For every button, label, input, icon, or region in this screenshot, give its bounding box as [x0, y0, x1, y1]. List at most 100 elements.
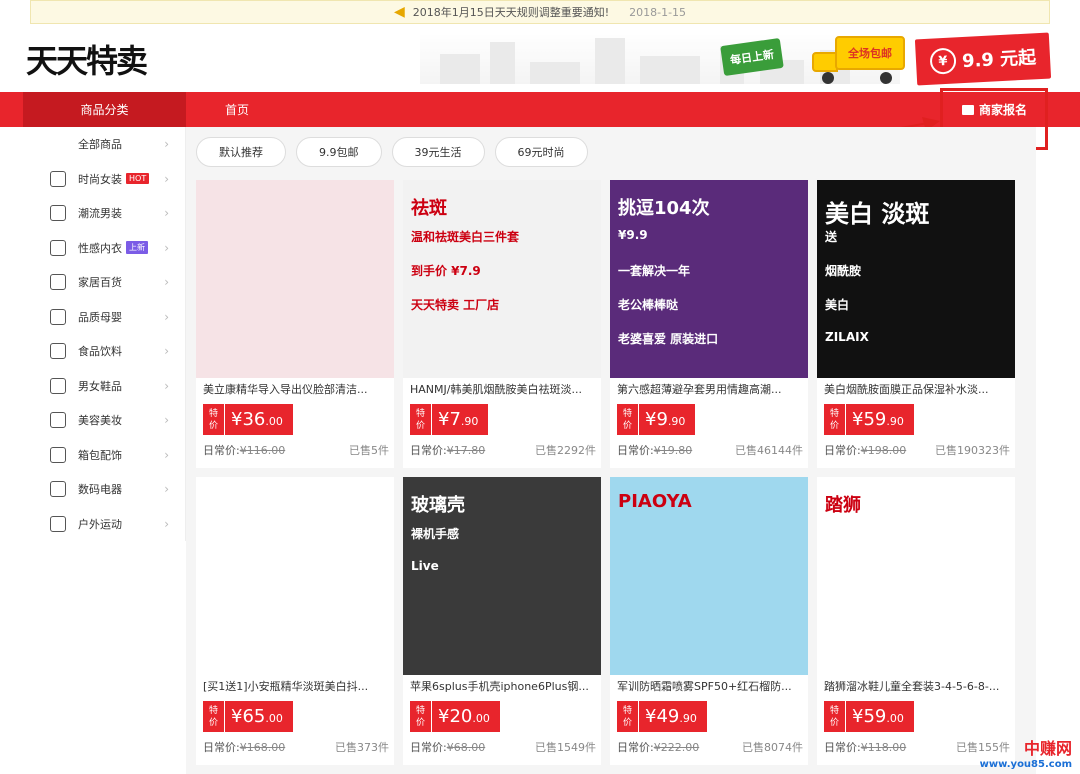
outdoor-icon — [50, 515, 66, 532]
te-char: 特 — [415, 408, 425, 419]
sold-count: 已售190323件 — [935, 442, 1010, 458]
price-int: ¥36 — [231, 409, 266, 430]
sold-count: 已售5件 — [349, 442, 389, 458]
nav-home-link[interactable]: 首页 — [225, 92, 249, 127]
price-from-badge[interactable]: ¥ 9.9 元起 — [914, 32, 1052, 86]
product-image[interactable]: 玻璃壳 裸机手感 Live — [403, 477, 601, 675]
sidebar-item[interactable]: 美容美妆 › — [23, 403, 185, 438]
sold-suffix: 件 — [378, 444, 389, 457]
product-title[interactable]: [买1送1]小安瓶精华淡斑美白抖... — [203, 678, 389, 694]
sidebar-item[interactable]: 潮流男装 › — [23, 196, 185, 231]
te-char: 特 — [208, 408, 218, 419]
sidebar-item[interactable]: 户外运动 › — [23, 507, 185, 542]
sidebar-item[interactable]: 品质母婴 › — [23, 300, 185, 335]
usual-price-value: ¥68.00 — [446, 741, 486, 754]
usual-label: 日常价: — [617, 444, 654, 457]
product-image[interactable] — [196, 477, 394, 675]
usual-price-value: ¥19.80 — [653, 444, 693, 457]
notice-text[interactable]: 2018年1月15日天天规则调整重要通知! — [413, 4, 609, 20]
price-int: ¥59 — [852, 409, 887, 430]
sidebar-item[interactable]: 男女鞋品 › — [23, 369, 185, 404]
product-image-text: Live — [411, 559, 439, 573]
price-int: ¥20 — [438, 706, 473, 727]
jia-char: 价 — [829, 420, 839, 431]
sidebar-item[interactable]: 时尚女装 HOT › — [23, 162, 185, 197]
jia-char: 价 — [415, 420, 425, 431]
usual-price: 日常价:¥168.00 — [203, 739, 285, 755]
sidebar-item[interactable]: 性感内衣 上新 › — [23, 231, 185, 266]
chevron-right-icon: › — [164, 482, 169, 497]
product-title[interactable]: 美立康精华导入导出仪脸部清洁... — [203, 381, 389, 397]
filter-pill[interactable]: 9.9包邮 — [296, 137, 382, 167]
product-title[interactable]: 踏狮溜冰鞋儿童全套装3-4-5-6-8-... — [824, 678, 1010, 694]
product-title[interactable]: 军训防晒霜喷雾SPF50+红石榴防... — [617, 678, 803, 694]
product-card[interactable]: 美白 淡斑送烟酰胺 美白 ZILAIX 美白烟酰胺面膜正品保湿补水淡... 特价 ¥59.… — [817, 180, 1015, 468]
filter-pill[interactable]: 39元生活 — [391, 137, 485, 167]
sold-prefix: 已售 — [956, 741, 978, 754]
usual-label: 日常价: — [824, 741, 861, 754]
product-grid: 美立康精华导入导出仪脸部清洁... 特价 ¥36.00 日常价:¥116.00 已售5件… — [196, 180, 1015, 765]
filter-pill[interactable]: 69元时尚 — [494, 137, 588, 167]
watermark-name: 中赚网 — [1023, 739, 1072, 758]
product-image[interactable] — [196, 180, 394, 378]
cosmetic-icon — [50, 412, 66, 429]
site-logo[interactable]: 天天特卖 — [26, 36, 148, 82]
sidebar-item[interactable]: 数码电器 › — [23, 472, 185, 507]
product-title[interactable]: 苹果6splus手机壳iphone6Plus钢... — [410, 678, 596, 694]
notice-bar[interactable]: ◀ 2018年1月15日天天规则调整重要通知! 2018-1-15 — [30, 0, 1050, 24]
product-image[interactable]: PIAOYA — [610, 477, 808, 675]
sidebar-item[interactable]: 家居百货 › — [23, 265, 185, 300]
product-image[interactable]: 美白 淡斑送烟酰胺 美白 ZILAIX — [817, 180, 1015, 378]
sold-value: 2292 — [557, 444, 585, 457]
sidebar-item[interactable]: 食品饮料 › — [23, 334, 185, 369]
price-int: ¥49 — [645, 706, 680, 727]
product-title[interactable]: HANMJ/韩美肌烟酰胺美白祛斑淡... — [410, 381, 596, 397]
sidebar-item-label: 全部商品 — [78, 138, 122, 152]
sold-suffix: 件 — [792, 444, 803, 457]
sold-prefix: 已售 — [735, 444, 757, 457]
usual-price-value: ¥222.00 — [653, 741, 700, 754]
sold-prefix: 已售 — [535, 741, 557, 754]
sidebar-item[interactable]: 箱包配饰 › — [23, 438, 185, 473]
usual-price-value: ¥168.00 — [239, 741, 286, 754]
food-icon — [50, 343, 66, 360]
product-card[interactable]: 挑逗104次 ¥9.9 一套解决一年 老公棒棒哒 老婆喜爱 原装进口第六感超薄避孕套男用… — [610, 180, 808, 468]
sold-suffix: 件 — [585, 741, 596, 754]
price-dec: .00 — [886, 712, 904, 725]
bra-icon — [50, 239, 66, 256]
usual-label: 日常价: — [203, 444, 240, 457]
product-image-text: 送 — [825, 230, 838, 244]
product-title[interactable]: 第六感超薄避孕套男用情趣高潮... — [617, 381, 803, 397]
price-tag: 特价 ¥20.00 — [410, 701, 500, 732]
price-from-text: 9.9 元起 — [961, 47, 1037, 73]
product-card[interactable]: [买1送1]小安瓶精华淡斑美白抖... 特价 ¥65.00 日常价:¥168.00 已售… — [196, 477, 394, 765]
category-sidebar: 全部商品 › 时尚女装 HOT › 潮流男装 › 性感内衣 上新 › 家居百货 › 品质母婴 › 食品饮料 ›… — [23, 127, 186, 541]
chevron-right-icon: › — [164, 275, 169, 290]
product-title[interactable]: 美白烟酰胺面膜正品保湿补水淡... — [824, 381, 1010, 397]
product-card[interactable]: 美立康精华导入导出仪脸部清洁... 特价 ¥36.00 日常价:¥116.00 已售5件 — [196, 180, 394, 468]
category-menu-button[interactable]: 商品分类 — [23, 92, 186, 127]
te-char: 特 — [208, 705, 218, 716]
speaker-icon: ◀ — [393, 4, 405, 20]
price-int: ¥59 — [852, 706, 887, 727]
sold-count: 已售8074件 — [742, 739, 803, 755]
price-tag: 特价 ¥36.00 — [203, 404, 293, 435]
product-price: ¥20.00 — [438, 706, 490, 727]
filter-pill[interactable]: 默认推荐 — [196, 137, 286, 167]
chevron-right-icon: › — [164, 447, 169, 462]
product-image[interactable]: 挑逗104次 ¥9.9 一套解决一年 老公棒棒哒 老婆喜爱 原装进口 — [610, 180, 808, 378]
sold-suffix: 件 — [999, 444, 1010, 457]
usual-label: 日常价: — [203, 741, 240, 754]
special-price-badge: 特价 — [410, 701, 432, 732]
product-price: ¥59.90 — [852, 409, 904, 430]
product-image-text: 裸机手感 — [411, 527, 460, 541]
product-card[interactable]: 踏狮 踏狮溜冰鞋儿童全套装3-4-5-6-8-... 特价 ¥59.00 日常价:¥11… — [817, 477, 1015, 765]
product-image[interactable]: 祛斑 温和祛斑美白三件套 到手价 ¥7.9 天天特卖 工厂店 — [403, 180, 601, 378]
sold-count: 已售46144件 — [735, 442, 803, 458]
product-card[interactable]: 玻璃壳 裸机手感 Live 苹果6splus手机壳iphone6Plus钢... 特价 ¥… — [403, 477, 601, 765]
sidebar-item[interactable]: 全部商品 › — [23, 127, 185, 162]
product-card[interactable]: PIAOYA 军训防晒霜喷雾SPF50+红石榴防... 特价 ¥49.90 日常价:¥2… — [610, 477, 808, 765]
product-card[interactable]: 祛斑 温和祛斑美白三件套 到手价 ¥7.9 天天特卖 工厂店 HANMJ/韩美肌烟酰胺美… — [403, 180, 601, 468]
sold-value: 373 — [357, 741, 378, 754]
product-image[interactable]: 踏狮 — [817, 477, 1015, 675]
